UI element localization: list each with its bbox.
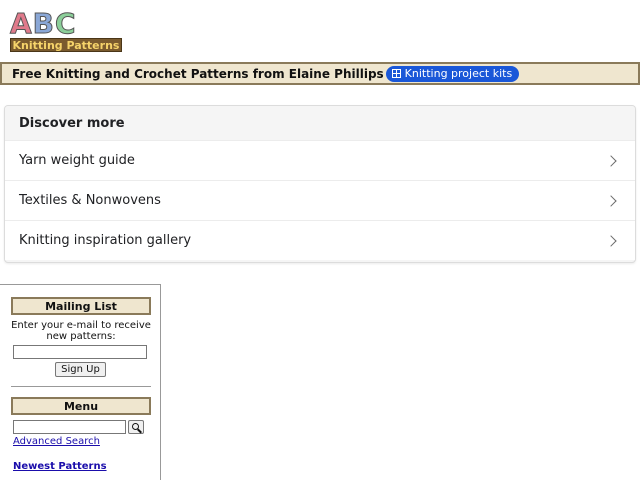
header-banner: Free Knitting and Crochet Patterns from … [0,62,640,85]
sign-up-button[interactable]: Sign Up [55,362,106,377]
mailing-list-text: Enter your e-mail to receive new pattern… [11,320,151,342]
logo-letter-c: C [55,7,77,40]
chevron-right-icon [605,234,617,247]
logo-subtitle: Knitting Patterns [10,38,122,52]
site-logo[interactable]: ABC Knitting Patterns [10,7,122,55]
chevron-right-icon [605,154,617,167]
discover-item-knitting-inspiration-gallery[interactable]: Knitting inspiration gallery [5,220,635,260]
chevron-right-icon [605,194,617,207]
logo-letters: ABC [10,7,77,40]
banner-title: Free Knitting and Crochet Patterns from … [12,66,384,81]
email-input[interactable] [13,345,147,359]
newest-patterns-link[interactable]: Newest Patterns [13,461,107,472]
discover-item-label: Yarn weight guide [19,153,135,168]
search-button[interactable] [128,420,144,434]
discover-header: Discover more [5,106,635,140]
discover-item-yarn-weight-guide[interactable]: Yarn weight guide [5,140,635,180]
discover-more-panel: Discover more Yarn weight guide Textiles… [4,105,636,263]
discover-item-label: Textiles & Nonwovens [19,193,161,208]
search-icon [131,422,139,430]
grid-icon [391,69,401,78]
sidebar-divider [11,386,151,387]
discover-item-textiles-nonwovens[interactable]: Textiles & Nonwovens [5,180,635,220]
knitting-kits-chip[interactable]: Knitting project kits [385,65,520,82]
discover-item-label: Knitting inspiration gallery [19,233,192,248]
logo-letter-a: A [10,7,33,40]
mailing-list-header: Mailing List [11,297,151,315]
chip-label: Knitting project kits [404,67,513,80]
search-input[interactable] [13,420,126,434]
sidebar: Mailing List Enter your e-mail to receiv… [0,284,161,480]
logo-letter-b: B [32,7,56,40]
menu-header: Menu [11,397,151,415]
advanced-search-link[interactable]: Advanced Search [13,436,100,447]
